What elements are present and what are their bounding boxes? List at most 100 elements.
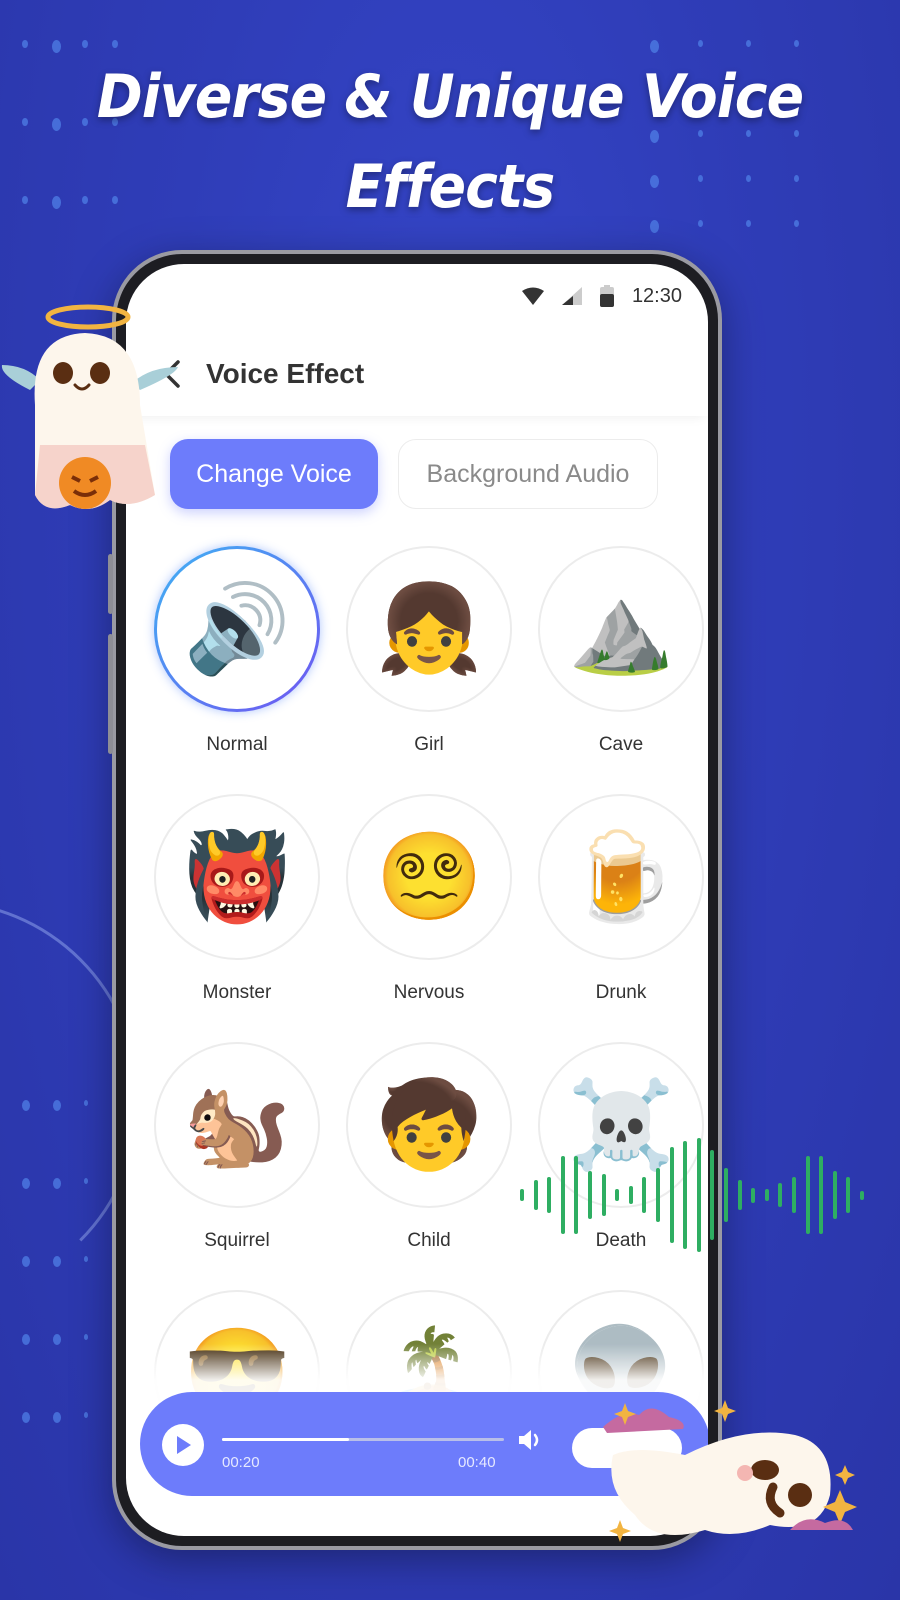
waveform-bar bbox=[533, 1180, 538, 1210]
child-icon: 🧒 bbox=[375, 1077, 483, 1173]
effect-thumbnail: 🔊 bbox=[154, 546, 320, 712]
waveform-bar bbox=[832, 1171, 837, 1219]
background-dot bbox=[22, 1334, 30, 1346]
effect-thumbnail: 😵‍💫 bbox=[346, 794, 512, 960]
volume-button[interactable] bbox=[516, 1426, 544, 1454]
effect-thumbnail: 🍺 bbox=[538, 794, 704, 960]
headline-line-2: Effects bbox=[345, 152, 556, 222]
tab-bar: Change Voice Background Audio bbox=[170, 439, 658, 509]
effect-label: Squirrel bbox=[204, 1230, 270, 1251]
background-dot bbox=[650, 40, 659, 53]
waveform-bar bbox=[574, 1156, 579, 1234]
background-dot bbox=[22, 196, 28, 205]
angel-ghost-illustration bbox=[1, 304, 178, 509]
effect-thumbnail: 🐿️ bbox=[154, 1042, 320, 1208]
battery-icon bbox=[599, 285, 614, 307]
effect-label: Cave bbox=[598, 734, 644, 755]
background-dot bbox=[53, 1334, 61, 1346]
girl-icon: 👧 bbox=[375, 581, 483, 677]
voice-effect-squirrel[interactable]: 🐿️ Squirrel bbox=[144, 1042, 330, 1254]
effect-label: Normal bbox=[206, 734, 268, 755]
waveform-bar bbox=[642, 1177, 647, 1213]
status-time: 12:30 bbox=[631, 284, 682, 307]
cell-signal-icon bbox=[561, 287, 582, 305]
voice-effect-nervous[interactable]: 😵‍💫 Nervous bbox=[336, 794, 522, 1006]
background-dot bbox=[53, 1412, 61, 1424]
waveform-bar bbox=[669, 1147, 674, 1243]
voice-effect-cave[interactable]: ⛰️ Cave bbox=[528, 546, 708, 758]
current-time: 00:20 bbox=[222, 1454, 260, 1471]
phone-side-button bbox=[108, 634, 113, 754]
voice-effect-drunk[interactable]: 🍺 Drunk bbox=[528, 794, 708, 1006]
waveform-decoration bbox=[520, 1080, 880, 1320]
waveform-bar bbox=[764, 1189, 769, 1201]
phone-side-button bbox=[108, 554, 113, 614]
background-dot bbox=[84, 1412, 88, 1418]
effect-thumbnail: ⛰️ bbox=[538, 546, 704, 712]
waveform-bar bbox=[656, 1168, 660, 1222]
background-dot bbox=[22, 1256, 30, 1268]
status-bar: 12:30 bbox=[521, 282, 682, 310]
background-dot bbox=[22, 1100, 30, 1112]
monster-icon: 👹 bbox=[183, 829, 291, 925]
voice-effect-normal[interactable]: 🔊 Normal bbox=[144, 546, 330, 758]
background-dot bbox=[53, 1178, 61, 1190]
tab-background-audio[interactable]: Background Audio bbox=[398, 439, 658, 509]
waveform-bar bbox=[751, 1187, 756, 1203]
waveform-bar bbox=[520, 1189, 524, 1201]
effect-label: Monster bbox=[202, 982, 272, 1003]
squirrel-icon: 🐿️ bbox=[183, 1077, 291, 1173]
effect-label: Drunk bbox=[595, 982, 647, 1003]
background-dot bbox=[84, 1334, 88, 1340]
wifi-icon bbox=[521, 287, 544, 305]
background-dot bbox=[22, 1178, 30, 1190]
waveform-bar bbox=[696, 1138, 701, 1252]
effect-thumbnail: 👧 bbox=[346, 546, 512, 712]
waveform-bar bbox=[547, 1177, 552, 1213]
phone-screen: 12:30 Voice Effect Change Voice Backgrou… bbox=[126, 264, 708, 1536]
play-button[interactable] bbox=[162, 1424, 204, 1466]
page-title: Voice Effect bbox=[206, 358, 365, 389]
voice-effect-girl[interactable]: 👧 Girl bbox=[336, 546, 522, 758]
waveform-bar bbox=[737, 1180, 742, 1210]
waveform-bar bbox=[710, 1150, 715, 1240]
nervous-face-icon: 😵‍💫 bbox=[375, 829, 483, 925]
background-dot bbox=[53, 1100, 61, 1112]
waveform-bar bbox=[860, 1190, 864, 1200]
speaker-icon: 🔊 bbox=[183, 581, 291, 677]
effect-thumbnail: 🧒 bbox=[346, 1042, 512, 1208]
background-dot bbox=[22, 40, 28, 49]
waveform-bar bbox=[792, 1177, 796, 1213]
waveform-bar bbox=[805, 1156, 810, 1234]
headline-line-1: Diverse & Unique Voice bbox=[96, 62, 804, 132]
waveform-bar bbox=[846, 1177, 851, 1213]
phone-mockup: 12:30 Voice Effect Change Voice Backgrou… bbox=[108, 250, 722, 1550]
app-bar: Voice Effect bbox=[126, 332, 708, 416]
effect-label: Girl bbox=[414, 734, 444, 755]
tab-change-voice[interactable]: Change Voice bbox=[170, 439, 378, 509]
background-dot bbox=[82, 40, 88, 49]
headline: Diverse & Unique Voice Effects bbox=[36, 52, 864, 232]
waveform-bar bbox=[819, 1156, 824, 1234]
background-dot bbox=[84, 1178, 88, 1184]
voice-effect-monster[interactable]: 👹 Monster bbox=[144, 794, 330, 1006]
cave-icon: ⛰️ bbox=[567, 581, 675, 677]
background-dot bbox=[53, 1256, 61, 1268]
play-icon bbox=[177, 1436, 191, 1454]
background-dot bbox=[22, 118, 28, 127]
total-time: 00:40 bbox=[458, 1454, 496, 1471]
background-dot bbox=[84, 1100, 88, 1106]
beer-mug-icon: 🍺 bbox=[567, 829, 675, 925]
waveform-bar bbox=[778, 1183, 783, 1207]
background-dot bbox=[22, 1412, 30, 1424]
progress-fill bbox=[222, 1438, 349, 1441]
volume-icon bbox=[519, 1430, 539, 1450]
background-dot bbox=[84, 1256, 88, 1262]
background-dot bbox=[746, 40, 751, 47]
background-dot bbox=[698, 40, 703, 47]
waveform-bar bbox=[628, 1186, 633, 1204]
progress-slider[interactable] bbox=[222, 1438, 504, 1441]
effect-label: Child bbox=[407, 1230, 451, 1251]
voice-effect-child[interactable]: 🧒 Child bbox=[336, 1042, 522, 1254]
background-dot bbox=[112, 40, 118, 49]
